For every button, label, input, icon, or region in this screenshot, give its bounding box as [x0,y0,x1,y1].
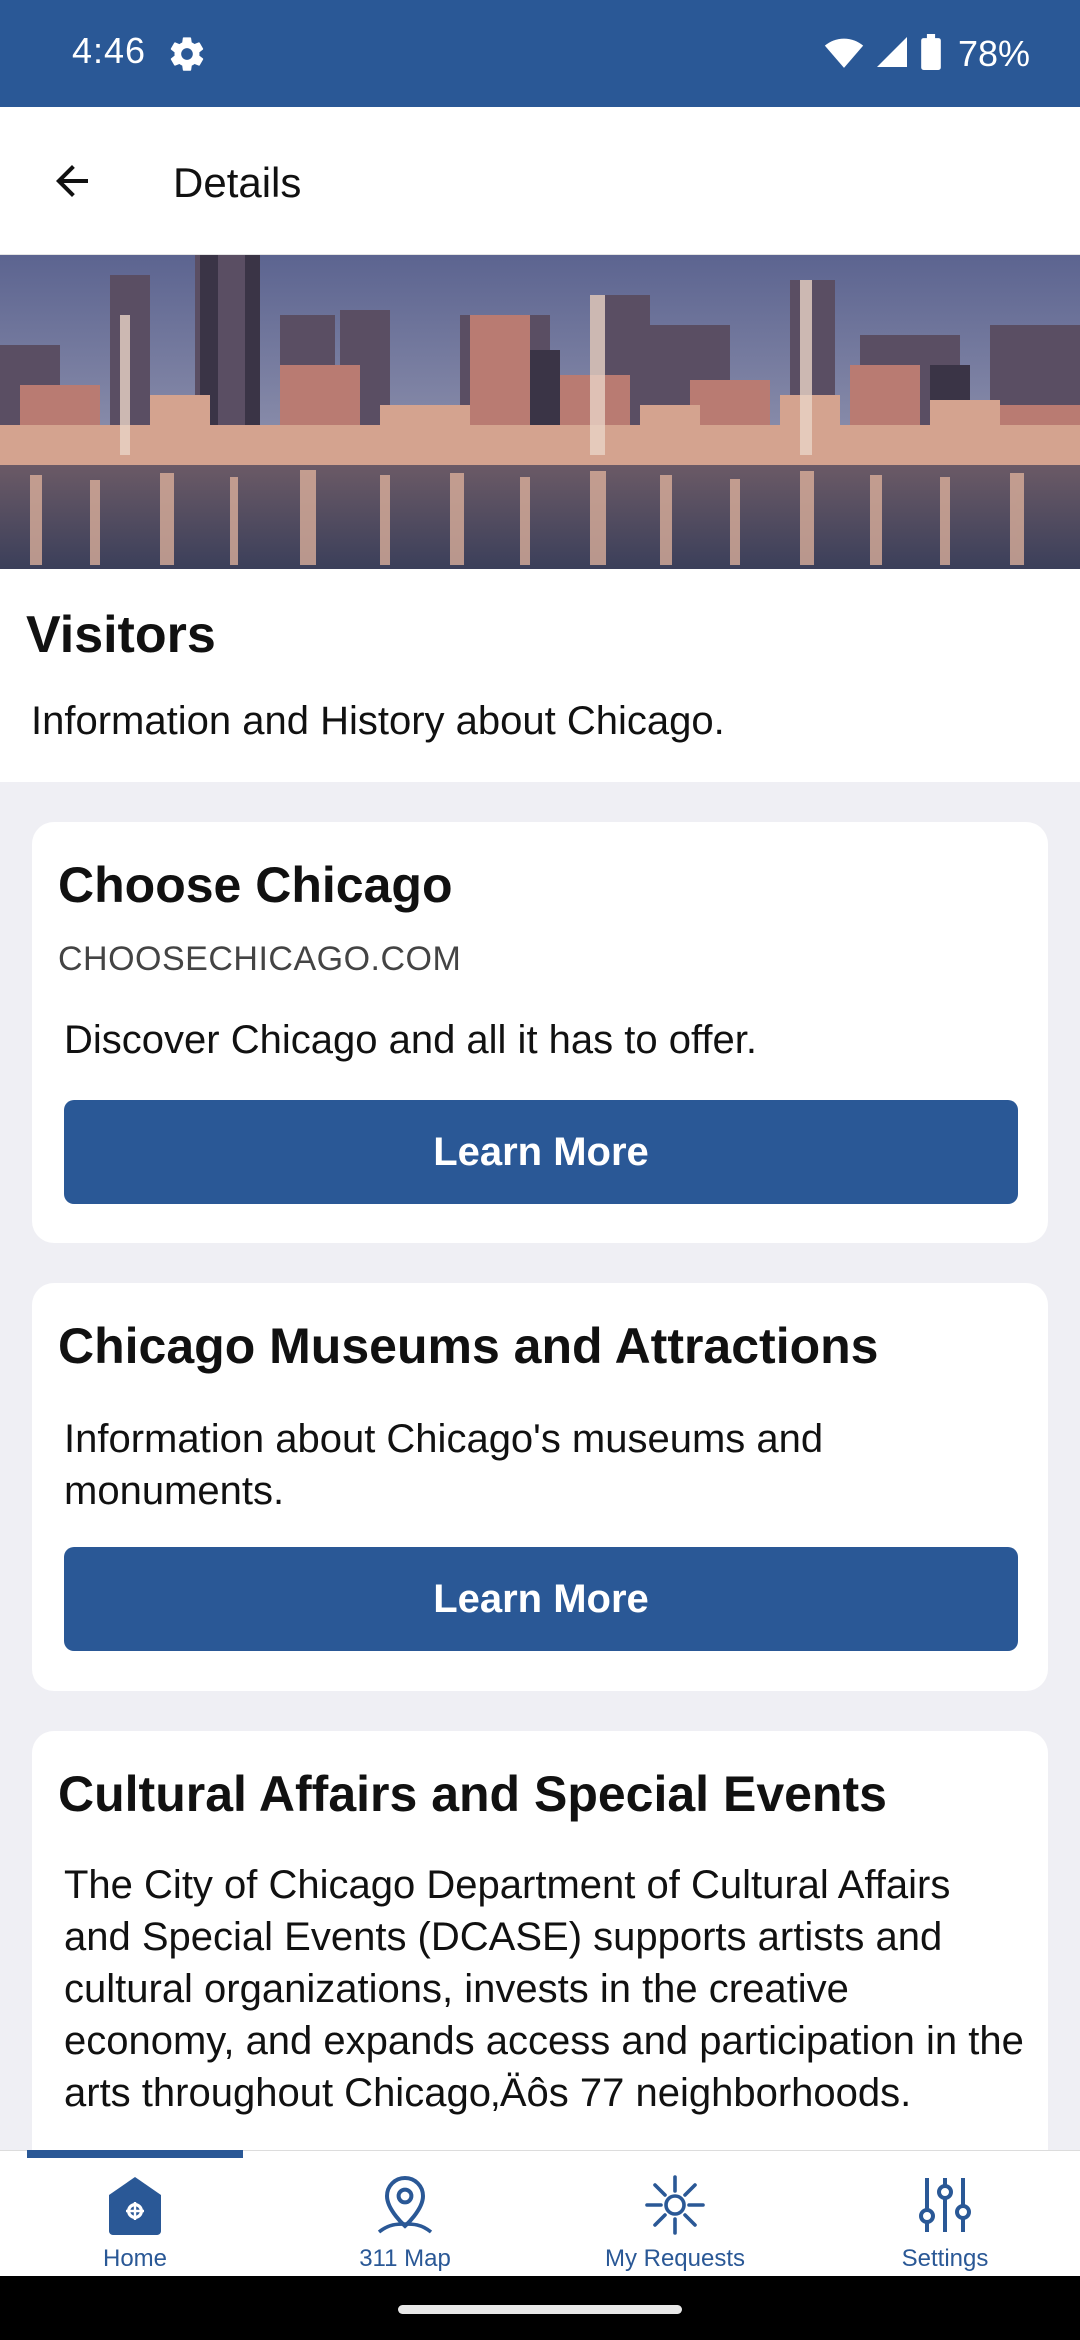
section-description: Information and History about Chicago. [31,699,725,743]
card-choose-chicago: Choose Chicago CHOOSECHICAGO.COM Discove… [32,822,1048,1243]
chicago-skyline-image [0,255,1080,569]
card-museums: Chicago Museums and Attractions Informat… [32,1283,1048,1691]
learn-more-button[interactable]: Learn More [64,1547,1018,1651]
wifi-icon [824,35,864,74]
status-icons: 78% [824,30,1030,78]
cards-list[interactable]: Choose Chicago CHOOSECHICAGO.COM Discove… [0,782,1080,2150]
nav-label: My Requests [604,2245,746,2272]
nav-item-my-requests[interactable]: My Requests [540,2151,810,2277]
bottom-navigation: Home 311 Map My Requests Settings [0,2150,1080,2276]
signal-icon [874,34,910,75]
map-pin-icon [373,2173,437,2237]
nav-label: 311 Map [359,2245,451,2272]
learn-more-button[interactable]: Learn More [64,1100,1018,1204]
card-link-text: CHOOSECHICAGO.COM [58,940,462,978]
page-title: Details [173,159,302,206]
battery-percentage: 78% [957,33,1030,74]
home-icon [103,2173,167,2237]
back-button[interactable] [40,151,104,215]
visitors-header: Visitors Information and History about C… [0,569,1080,782]
nav-label: Settings [901,2245,989,2272]
card-description: Information about Chicago's museums and … [64,1417,824,1513]
app-bar: Details [0,107,1080,255]
card-description: The City of Chicago Department of Cultur… [64,1863,1024,2115]
card-title: Chicago Museums and Attractions [58,1318,879,1374]
section-title: Visitors [26,606,216,664]
card-description: Discover Chicago and all it has to offer… [64,1018,757,1062]
sliders-icon [913,2173,977,2237]
card-title: Cultural Affairs and Special Events [58,1766,887,1822]
card-title: Choose Chicago [58,857,453,913]
status-time: 4:46 [72,30,147,71]
nav-item-home[interactable]: Home [0,2151,270,2277]
arrow-left-icon [48,157,96,210]
settings-gear-icon [167,34,207,74]
requests-burst-icon [643,2173,707,2237]
status-bar: 4:46 78% [0,0,1080,107]
nav-item-settings[interactable]: Settings [810,2151,1080,2277]
card-cultural-affairs: Cultural Affairs and Special Events The … [32,1731,1048,2150]
nav-label: Home [102,2245,168,2272]
home-gesture-handle[interactable] [398,2305,682,2314]
nav-item-311-map[interactable]: 311 Map [270,2151,540,2277]
system-navigation-bar [0,2276,1080,2340]
battery-icon [920,33,942,75]
